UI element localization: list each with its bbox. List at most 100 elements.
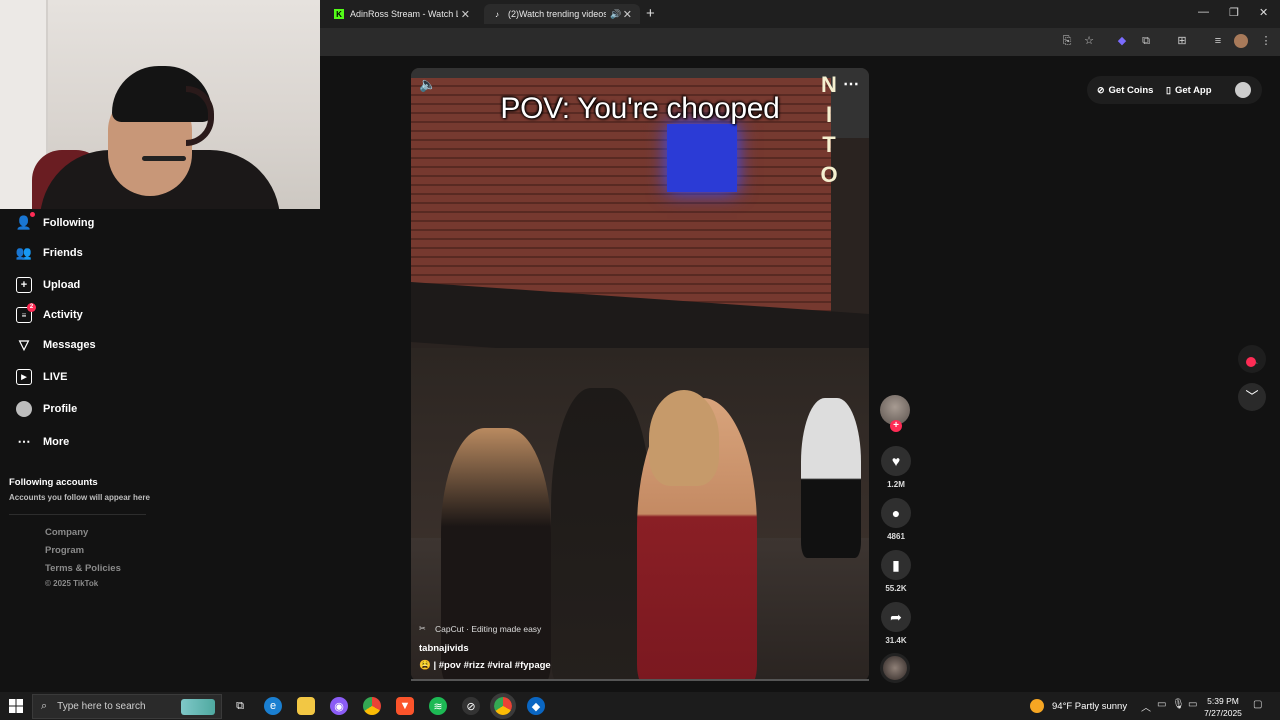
share-icon: ➦ [881,602,911,632]
next-video-button[interactable]: ﹀ [1238,383,1266,411]
minimize-button[interactable]: — [1198,6,1209,18]
sidebar-item-upload[interactable]: + Upload [16,277,80,293]
bookmark-star-icon[interactable]: ☆ [1082,34,1096,48]
more-icon: ⋯ [17,434,31,449]
sidebar-item-profile[interactable]: Profile [16,401,77,417]
new-tab-button[interactable]: + [646,5,655,22]
video-description[interactable]: 😩 | #pov #rizz #viral #fypage [419,660,551,671]
capcut-label: CapCut · Editing made easy [435,624,542,634]
footer-link-terms[interactable]: Terms & Policies [45,563,121,574]
chrome-active-icon[interactable] [490,693,516,719]
windows-start-icon[interactable] [9,699,23,713]
footer-link-company[interactable]: Company [45,527,88,538]
extension-icon[interactable]: ◆ [1115,34,1129,48]
install-app-icon[interactable]: ⎘ [1060,34,1074,48]
messages-icon: ▽ [19,337,29,352]
video-scene-person [801,398,861,558]
task-view-icon[interactable]: ⧉ [231,697,249,715]
follow-plus-button[interactable]: + [890,420,902,432]
app-icon[interactable]: ◉ [330,697,348,715]
app-icon-3[interactable]: ◆ [527,697,545,715]
browser-profile-avatar[interactable] [1234,34,1248,48]
sidebar-item-label: Upload [43,279,81,291]
sidebar-item-label: Friends [43,247,83,259]
sidebar-item-more[interactable]: ⋯ More [16,434,70,450]
footer-link-program[interactable]: Program [45,545,84,556]
spotify-icon[interactable]: ≋ [429,697,447,715]
heart-icon: ♥ [881,446,911,476]
coin-icon: ⊘ [1097,84,1105,95]
chrome-icon[interactable] [363,697,381,715]
share-button[interactable]: ➦ 31.4K [880,602,912,645]
close-window-button[interactable]: ✕ [1259,6,1268,19]
file-explorer-icon[interactable] [297,697,315,715]
video-more-icon[interactable]: ⋯ [843,74,859,94]
friends-icon: 👥 [15,245,33,260]
browser-menu-icon[interactable]: ⋮ [1259,34,1273,48]
tiktok-icon: ♪ [495,9,499,19]
comment-count: 4861 [887,532,905,541]
like-button[interactable]: ♥ 1.2M [880,446,912,489]
cursor-indicator-icon [1246,357,1256,367]
taskbar-clock[interactable]: 5:39 PM 7/27/2025 [1200,695,1246,719]
tab-adinross-stream[interactable]: K AdinRoss Stream - Watch Live o ✕ [326,4,478,24]
extensions-puzzle-icon[interactable]: ⧉ [1139,34,1153,48]
tray-device-icon[interactable]: ▭ [1157,699,1166,710]
copyright: © 2025 TikTok [45,579,99,588]
edge-icon[interactable]: e [264,697,282,715]
following-accounts-title: Following accounts [9,477,98,488]
tab-title: (2)Watch trending videos fo [508,9,606,19]
user-avatar[interactable] [1235,82,1251,98]
video-author[interactable]: tabnajivids [419,643,469,654]
tray-chevron-icon[interactable]: ︿ [1141,699,1151,714]
video-scene-blue-window [667,124,737,192]
share-count: 31.4K [885,636,907,645]
video-player[interactable]: N I T O POV: You're chooped 🔈 ⋯ ✂ CapCut… [411,68,869,681]
brave-icon[interactable]: ▼ [396,697,414,715]
get-app-button[interactable]: ▯ Get App [1166,80,1212,100]
speaker-icon[interactable]: 🔊 [610,9,621,20]
sidebar-item-friends[interactable]: 👥 Friends [16,245,83,261]
microphone-icon[interactable]: 🎙 [1172,699,1185,710]
comment-button[interactable]: ● 4861 [880,498,912,541]
notifications-icon[interactable]: ▢ [1253,699,1262,710]
sidebar-item-label: Profile [43,403,78,415]
save-count: 55.2K [885,584,907,593]
taskbar-search-input[interactable]: ⌕ Type here to search [32,694,222,719]
video-caption-overlay: POV: You're chooped [500,92,780,125]
video-progress-bar[interactable] [411,679,869,681]
sidebar-item-live[interactable]: ▶ LIVE [16,369,67,385]
sidebar-item-activity[interactable]: ≡ 2 Activity [16,303,83,323]
split-screen-icon[interactable]: ⊞ [1175,34,1189,48]
sidebar-item-messages[interactable]: ▽ Messages [16,337,96,353]
live-icon: ▶ [16,369,32,385]
close-tab-icon[interactable]: ✕ [623,8,632,21]
capcut-anchor[interactable]: ✂ CapCut · Editing made easy [419,624,541,634]
tab-tiktok[interactable]: ♪ (2)Watch trending videos fo 🔊 ✕ [484,4,640,24]
activity-icon: ≡ 2 [16,303,36,323]
get-coins-button[interactable]: ⊘ Get Coins [1097,80,1153,100]
search-icon: ⌕ [41,700,48,712]
app-icon-2[interactable]: ⊘ [462,697,480,715]
close-tab-icon[interactable]: ✕ [461,8,470,21]
sidebar-item-label: Following [43,217,95,229]
profile-avatar [16,401,32,417]
maximize-button[interactable]: ❐ [1229,6,1239,19]
like-count: 1.2M [887,480,905,489]
sidebar-item-label: LIVE [43,371,68,383]
sidebar-item-following[interactable]: 👤 Following [16,212,95,231]
music-disc-icon[interactable] [880,653,910,683]
network-icon[interactable]: ▭ [1188,699,1197,710]
tab-title: AdinRoss Stream - Watch Live o [350,9,458,19]
webcam-headphones [186,86,214,146]
taskbar-weather[interactable]: 94°F Partly sunny [1030,699,1127,713]
weather-sun-icon [1030,699,1044,713]
get-coins-label: Get Coins [1108,84,1154,96]
webcam-mic [142,156,186,161]
capcut-icon: ✂ [419,624,426,633]
volume-icon[interactable]: 🔈 [419,76,436,93]
sidebar-item-label: More [43,436,70,448]
save-button[interactable]: ▮ 55.2K [880,550,912,593]
search-placeholder: Type here to search [57,701,146,712]
reading-list-icon[interactable]: ≡ [1211,34,1225,48]
